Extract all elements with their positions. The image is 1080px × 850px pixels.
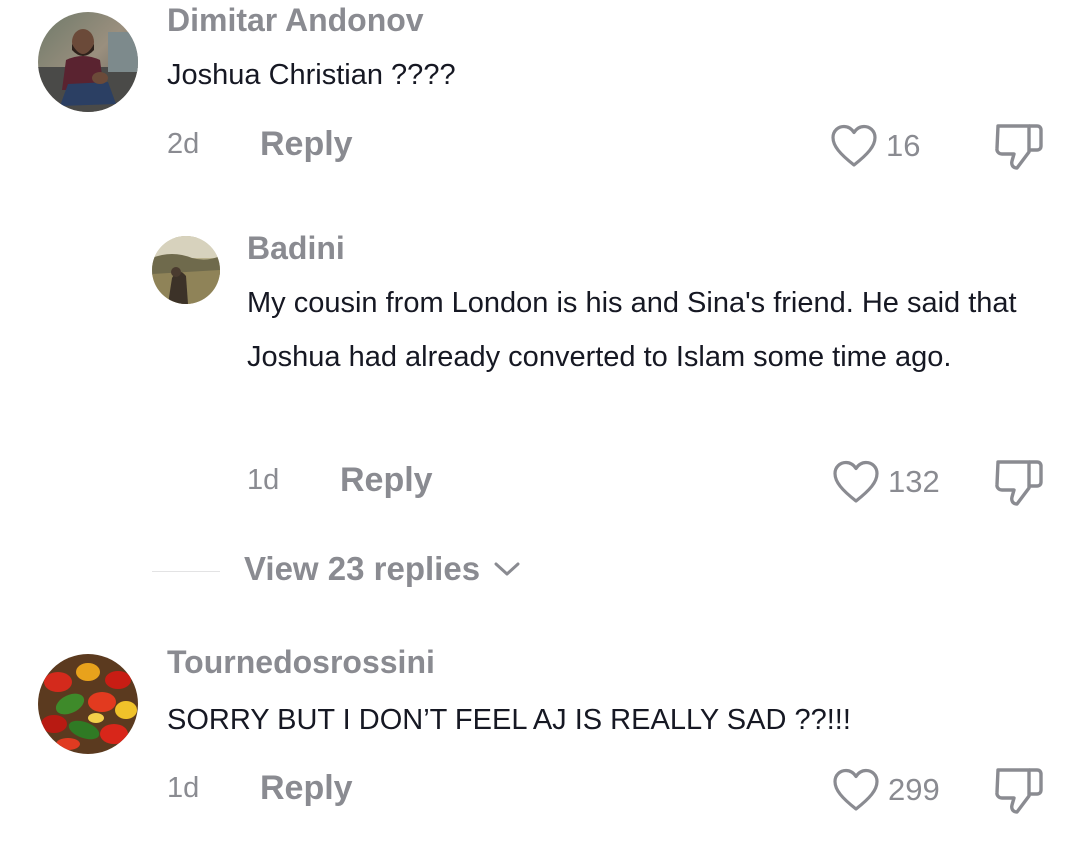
timestamp: 2d (167, 128, 200, 160)
view-replies-button[interactable]: View 23 replies (244, 550, 522, 588)
heart-icon (833, 460, 879, 503)
like-button[interactable]: 16 (830, 124, 920, 168)
reply-button[interactable]: Reply (260, 125, 353, 164)
comment-text: My cousin from London is his and Sina's … (247, 287, 1017, 373)
dislike-button[interactable] (993, 458, 1045, 513)
comment-text: Joshua Christian ???? (167, 59, 456, 91)
like-count: 132 (888, 464, 940, 499)
view-replies-label: View 23 replies (244, 550, 481, 587)
username[interactable]: Tournedosrossini (167, 644, 435, 681)
dislike-button[interactable] (993, 766, 1045, 821)
comment-text: SORRY BUT I DON’T FEEL AJ IS REALLY SAD … (167, 704, 851, 736)
avatar[interactable] (152, 236, 220, 304)
reply-button[interactable]: Reply (260, 769, 353, 808)
chevron-down-icon (494, 562, 520, 576)
reply-button[interactable]: Reply (340, 461, 433, 500)
like-count: 299 (888, 772, 940, 807)
heart-icon (833, 768, 879, 811)
avatar[interactable] (38, 12, 138, 112)
username[interactable]: Badini (247, 230, 345, 267)
username[interactable]: Dimitar Andonov (167, 2, 424, 39)
heart-icon (831, 124, 877, 167)
like-button[interactable]: 299 (832, 768, 940, 812)
like-button[interactable]: 132 (832, 460, 940, 504)
avatar[interactable] (38, 654, 138, 754)
dislike-button[interactable] (993, 122, 1045, 177)
thumbs-down-icon (995, 768, 1043, 814)
timestamp: 1d (247, 464, 280, 496)
like-count: 16 (886, 128, 921, 163)
thumbs-down-icon (995, 460, 1043, 506)
thumbs-down-icon (995, 124, 1043, 170)
replies-divider (152, 571, 220, 572)
timestamp: 1d (167, 772, 200, 804)
